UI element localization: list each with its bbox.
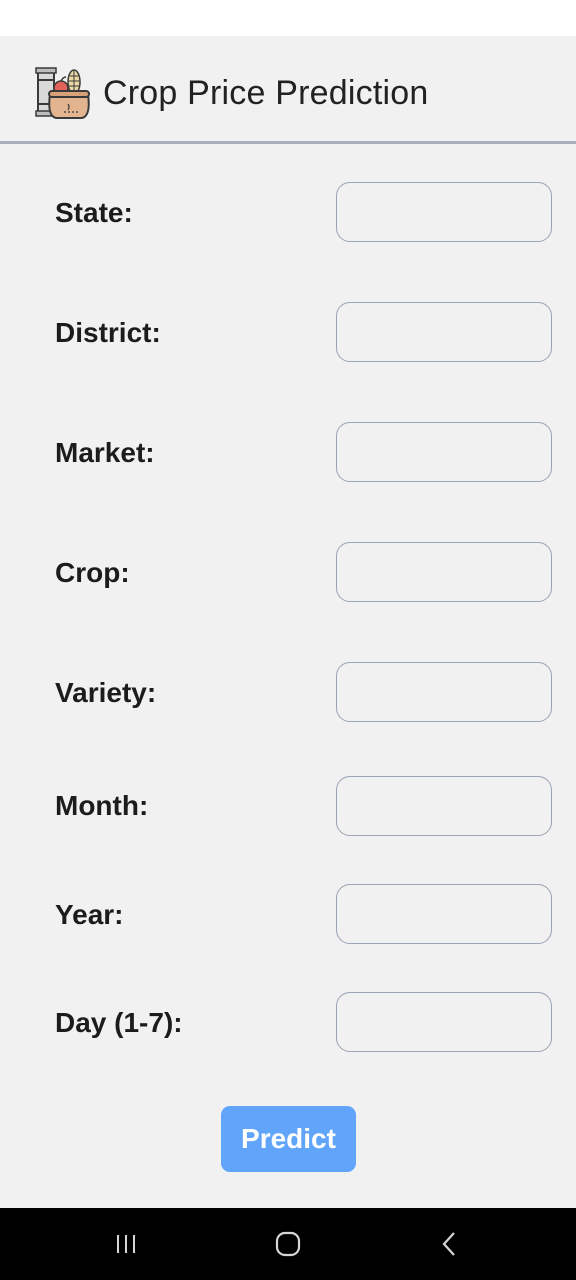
system-nav-bar (0, 1208, 576, 1280)
crop-input[interactable] (336, 542, 552, 602)
recent-apps-button[interactable] (86, 1208, 166, 1280)
app-header: Crop Price Prediction (0, 36, 576, 144)
day-input[interactable] (336, 992, 552, 1052)
crop-basket-icon (35, 67, 90, 119)
state-label: State: (55, 197, 133, 228)
year-input[interactable] (336, 884, 552, 944)
status-bar (0, 0, 576, 36)
home-icon (275, 1231, 301, 1257)
day-label: Day (1-7): (55, 1007, 183, 1038)
month-label: Month: (55, 790, 149, 821)
home-button[interactable] (248, 1208, 328, 1280)
recent-apps-icon (117, 1235, 135, 1253)
month-input[interactable] (336, 776, 552, 836)
year-label: Year: (55, 899, 124, 930)
app-screen: Crop Price Prediction State: District: M… (0, 36, 576, 1208)
market-input[interactable] (336, 422, 552, 482)
predict-button[interactable]: Predict (221, 1106, 356, 1172)
variety-label: Variety: (55, 677, 157, 708)
market-label: Market: (55, 437, 155, 468)
district-label: District: (55, 317, 161, 348)
back-icon (442, 1232, 455, 1256)
district-input[interactable] (336, 302, 552, 362)
back-button[interactable] (410, 1208, 490, 1280)
variety-input[interactable] (336, 662, 552, 722)
crop-label: Crop: (55, 557, 130, 588)
page-title: Crop Price Prediction (103, 74, 429, 112)
state-input[interactable] (336, 182, 552, 242)
